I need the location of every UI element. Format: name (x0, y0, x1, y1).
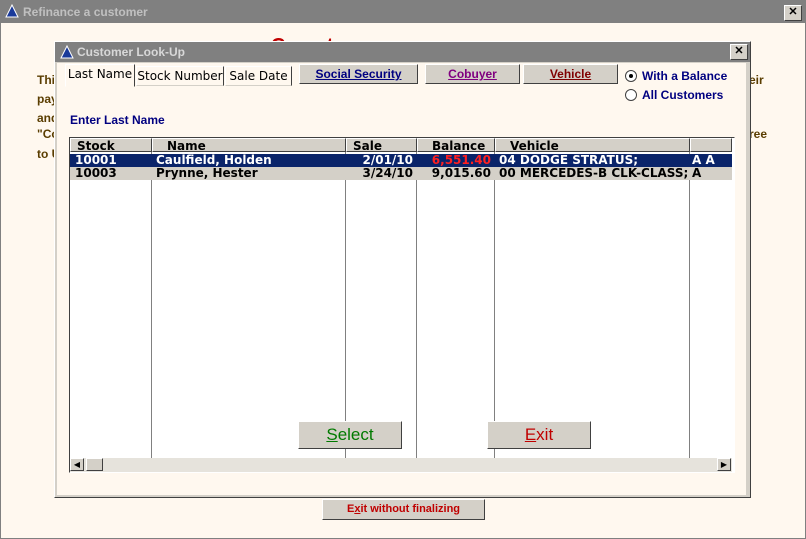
background-text-line: ree (749, 127, 768, 141)
cell-sale-date: 3/24/10 (362, 167, 413, 180)
column-divider (151, 152, 152, 458)
refinance-window-close-button[interactable]: ✕ (784, 5, 802, 21)
tab-sale-date[interactable]: Sale Date (225, 66, 292, 86)
column-header-vehicle[interactable]: Vehicle (495, 138, 690, 153)
scroll-left-arrow-icon[interactable]: ◀ (70, 458, 84, 471)
table-row[interactable]: 10001 Caulfield, Holden 2/01/10 6,551.40… (70, 154, 732, 167)
scroll-right-arrow-icon[interactable]: ▶ (717, 458, 731, 471)
cell-balance: 9,015.60 (431, 167, 491, 180)
refinance-window-title: Refinance a customer (23, 5, 148, 19)
column-divider (689, 152, 690, 458)
column-header-sale-date[interactable]: Sale Date (346, 138, 417, 167)
radio-dot[interactable] (625, 89, 637, 101)
column-divider (416, 152, 417, 458)
table-row[interactable]: 10003 Prynne, Hester 3/24/10 9,015.60 00… (70, 167, 732, 180)
column-divider (494, 152, 495, 458)
cell-name: Prynne, Hester (156, 167, 258, 180)
scrollbar-thumb[interactable] (86, 458, 103, 471)
customer-lookup-titlebar: Customer Look-Up ✕ (55, 42, 750, 62)
vehicle-button[interactable]: Vehicle (523, 64, 618, 84)
customer-lookup-dialog: Customer Look-Up ✕ Last Name Stock Numbe… (54, 41, 751, 498)
cobuyer-button[interactable]: Cobuyer (425, 64, 520, 84)
column-header-extra[interactable] (690, 138, 732, 152)
cell-extra: A (692, 167, 702, 180)
customer-lookup-title: Customer Look-Up (77, 45, 185, 59)
column-divider (345, 152, 346, 458)
cell-stock: 10001 (75, 154, 117, 167)
social-security-button[interactable]: Social Security (299, 64, 418, 84)
cell-stock: 10003 (75, 167, 117, 180)
cell-name: Caulfield, Holden (156, 154, 272, 167)
tab-stock-number[interactable]: Stock Number (136, 66, 224, 86)
cell-vehicle: 04 DODGE STRATUS; (499, 154, 639, 167)
column-header-balance[interactable]: Balance (417, 138, 495, 153)
customer-lookup-close-button[interactable]: ✕ (730, 44, 748, 60)
refinance-window-titlebar: Refinance a customer ✕ (1, 1, 805, 23)
cell-balance: 6,551.40 (431, 154, 491, 167)
exit-without-finalizing-button[interactable]: Exit without finalizing (322, 499, 485, 520)
cell-sale-date: 2/01/10 (362, 154, 413, 167)
background-text-line: Thi (37, 73, 55, 87)
customer-table[interactable]: Stock Name Sale Date Balance Vehicle 100… (69, 137, 735, 473)
app-triangle-icon (60, 45, 74, 59)
horizontal-scrollbar[interactable]: ◀ ▶ (70, 458, 732, 472)
app-triangle-icon (5, 4, 19, 18)
tab-last-name[interactable]: Last Name (65, 64, 135, 87)
cell-extra: A A (692, 154, 715, 167)
radio-dot[interactable] (625, 70, 637, 82)
exit-button[interactable]: Exit (487, 421, 591, 449)
background-text-line: eir (749, 73, 764, 87)
select-button[interactable]: Select (298, 421, 402, 449)
column-header-name[interactable]: Name (152, 138, 346, 153)
cell-vehicle: 00 MERCEDES-B CLK-CLASS; (499, 167, 687, 180)
column-header-stock[interactable]: Stock (70, 138, 152, 153)
enter-last-name-label: Enter Last Name (70, 113, 165, 127)
